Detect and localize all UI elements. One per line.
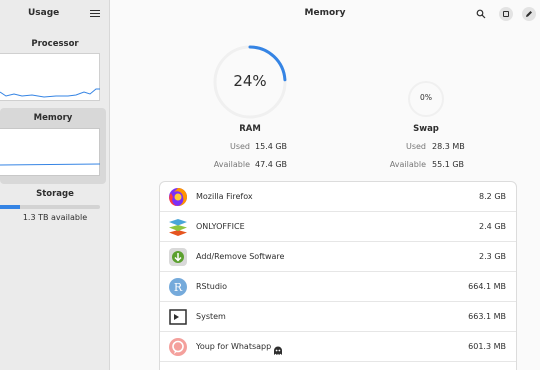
processor-usage-graph [0, 53, 100, 101]
sidebar-item-label: Storage [36, 189, 74, 199]
system-icon [168, 307, 188, 327]
rstudio-icon: R [168, 277, 188, 297]
swap-available-label: Available [389, 160, 426, 169]
software-icon [168, 247, 188, 267]
list-item[interactable]: System 663.1 MB [160, 302, 516, 332]
header-bar: Memory [110, 0, 540, 28]
sidebar: Usage Processor Memory Storage 1.3 TB av… [0, 0, 110, 370]
swap-used-value: 28.3 MB [432, 142, 465, 151]
list-item[interactable]: R RStudio 664.1 MB [160, 272, 516, 302]
app-name: Mozilla Firefox [196, 192, 253, 201]
ram-percent: 24% [233, 72, 267, 90]
memory-usage-graph [0, 128, 101, 176]
swap-title: Swap [413, 124, 439, 134]
svg-text:R: R [174, 281, 183, 294]
app-name: System [196, 312, 226, 321]
app-name: Youp for Whatsapp [196, 342, 272, 351]
sidebar-item-processor[interactable]: Processor [0, 36, 110, 106]
storage-progress-fill [0, 205, 20, 209]
sidebar-item-storage[interactable]: Storage 1.3 TB available [0, 186, 110, 236]
swap-used-label: Used [405, 142, 426, 151]
app-memory-size: 663.1 MB [468, 312, 506, 321]
youp-icon [168, 337, 188, 357]
app-name: Add/Remove Software [196, 252, 285, 261]
sidebar-header: Usage [0, 0, 110, 28]
ram-gauge: 24% [212, 44, 288, 120]
app-name: ONLYOFFICE [196, 222, 245, 231]
ram-available-label: Available [213, 160, 250, 169]
storage-available-text: 1.3 TB available [22, 213, 88, 222]
sidebar-title: Usage [28, 8, 60, 18]
sidebar-item-label: Memory [33, 113, 73, 123]
onlyoffice-icon [168, 217, 188, 237]
ghost-icon [273, 341, 283, 355]
pencil-icon[interactable] [522, 7, 536, 21]
app-memory-list: Mozilla Firefox 8.2 GB ONLYOFFICE 2.4 GB… [159, 181, 517, 370]
app-name: RStudio [196, 282, 228, 291]
swap-gauge: 0% [407, 80, 445, 118]
ram-used-label: Used [229, 142, 250, 151]
list-item[interactable]: ONLYOFFICE 2.4 GB [160, 212, 516, 242]
list-item[interactable]: Youp for Whatsapp 601.3 MB [160, 332, 516, 362]
ram-title: RAM [239, 124, 261, 134]
hamburger-menu-icon[interactable] [89, 8, 101, 20]
swap-percent: 0% [420, 93, 432, 102]
sidebar-item-memory[interactable]: Memory [0, 108, 106, 184]
app-memory-size: 664.1 MB [468, 282, 506, 291]
window-icon[interactable] [499, 7, 513, 21]
app-memory-size: 2.4 GB [479, 222, 506, 231]
swap-available-value: 55.1 GB [432, 160, 465, 169]
storage-progress-bar [0, 205, 100, 209]
ram-available-value: 47.4 GB [255, 160, 288, 169]
list-item[interactable]: Add/Remove Software 2.3 GB [160, 242, 516, 272]
list-item[interactable]: Mozilla Firefox 8.2 GB [160, 182, 516, 212]
search-icon[interactable] [474, 7, 488, 21]
ram-used-value: 15.4 GB [255, 142, 288, 151]
sidebar-item-label: Processor [31, 39, 79, 49]
app-memory-size: 8.2 GB [479, 192, 506, 201]
firefox-icon [168, 187, 188, 207]
app-memory-size: 2.3 GB [479, 252, 506, 261]
app-memory-size: 601.3 MB [468, 342, 506, 351]
